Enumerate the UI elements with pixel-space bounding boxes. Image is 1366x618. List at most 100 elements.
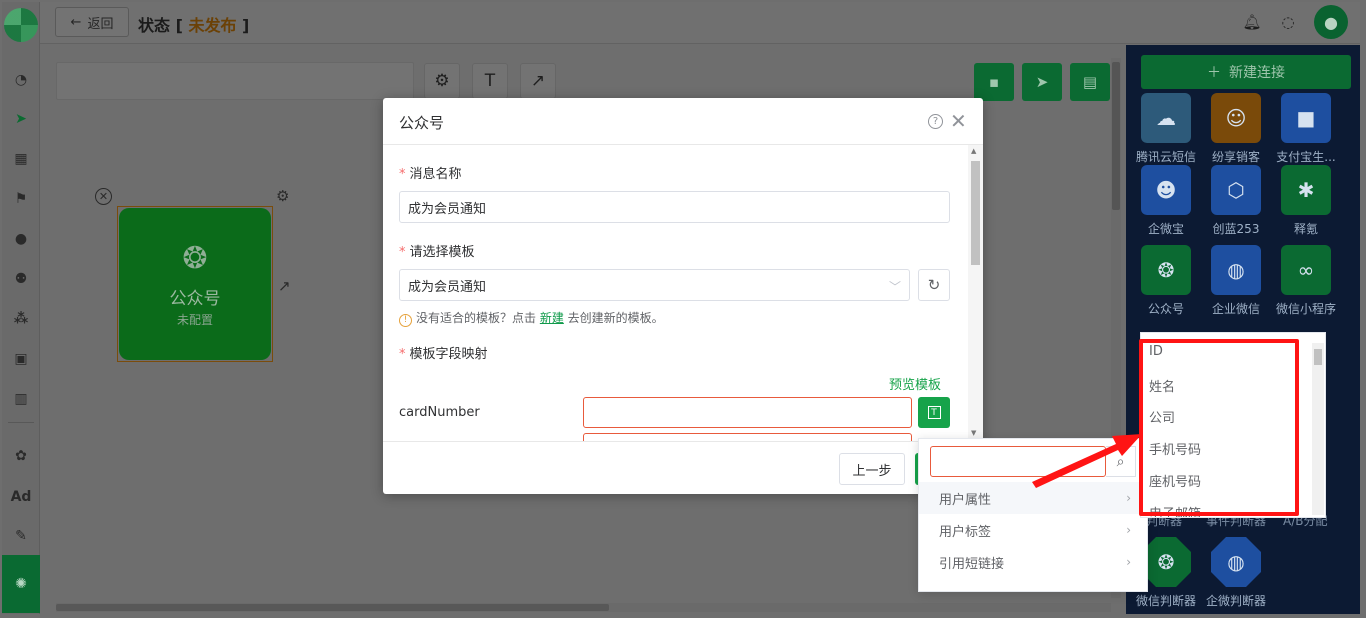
submenu-scrollbar[interactable] (1312, 343, 1324, 515)
palette-item[interactable]: ☻ 企微宝 (1131, 165, 1201, 237)
dialog-footer: 上一步 (383, 441, 983, 494)
cascader-submenu: ID 姓名 公司 手机号码 座机号码 电子邮箱 (1140, 332, 1326, 518)
submenu-item[interactable]: 公司 (1149, 407, 1175, 426)
user-icon[interactable]: ● (2, 227, 40, 251)
ghost-icon: ☻ (1141, 165, 1191, 215)
app-logo (4, 8, 38, 42)
close-icon[interactable]: ✕ (950, 109, 967, 133)
page-title: 状态 [ 未发布 ] (138, 16, 250, 35)
ad-icon[interactable]: Ad (2, 485, 40, 509)
wrench-icon[interactable]: ✎ (2, 524, 40, 548)
wechat-icon[interactable]: ✿ (2, 444, 40, 468)
left-nav-rail: ◔ ➤ ▦ ⚑ ● ⚉ ⁂ ▣ ▥ ✿ Ad ✎ ✺ (2, 2, 40, 614)
connector-icon[interactable]: ↗ (278, 277, 291, 295)
send-icon[interactable]: ➤ (2, 107, 40, 131)
back-button-label: 返回 (87, 16, 114, 32)
palette-item[interactable]: ◍ 企微判断器 (1201, 537, 1271, 609)
back-button[interactable]: ← 返回 (55, 7, 129, 37)
bar-chart-icon[interactable]: ▥ (2, 387, 40, 411)
arrow-left-icon: ← (70, 14, 82, 30)
node-gear-icon[interactable]: ⚙ (276, 187, 289, 205)
message-icon[interactable]: ◌ (1278, 12, 1298, 32)
canvas-settings-button[interactable]: ⚙ (424, 63, 460, 99)
msg-name-input[interactable]: 成为会员通知 (399, 191, 950, 223)
scroll-down-icon[interactable]: ▼ (971, 429, 976, 437)
arrow-tool-button[interactable]: ↗ (520, 63, 556, 99)
hexagon-icon: ⬡ (1211, 165, 1261, 215)
submenu-item[interactable]: ID (1149, 344, 1163, 359)
save-button[interactable]: ▪ (974, 63, 1014, 101)
template-label: * 请选择模板 (399, 245, 475, 260)
chevron-right-icon: › (1126, 491, 1131, 505)
status-badge: 未发布 (188, 16, 237, 35)
gift-icon[interactable]: ▦ (2, 147, 40, 171)
spider-icon: ✱ (1281, 165, 1331, 215)
text-tool-button[interactable]: T (472, 63, 508, 99)
dialog-title: 公众号 (399, 114, 445, 132)
palette-item[interactable]: ⬡ 创蓝253 (1201, 165, 1271, 237)
warning-icon: ! (399, 314, 412, 327)
help-icon[interactable]: ? (928, 114, 943, 129)
flow-node-wechat-official[interactable]: ❂ 公众号 未配置 (117, 206, 273, 362)
palette-item[interactable]: ∞ 微信小程序 (1271, 245, 1341, 317)
cloud-sms-icon: ☁ (1141, 93, 1191, 143)
alipay-icon: ■ (1281, 93, 1331, 143)
palette-item[interactable]: ■ 支付宝生... (1271, 93, 1341, 165)
cascader-item-shortlink[interactable]: 引用短链接 › (919, 546, 1147, 578)
bell-icon[interactable]: 🔔︎ (1242, 12, 1262, 32)
submenu-item[interactable]: 姓名 (1149, 376, 1175, 395)
group-icon[interactable]: ⁂ (2, 307, 40, 331)
user-avatar-icon: ● (1324, 12, 1338, 32)
scroll-up-icon[interactable]: ▲ (971, 147, 976, 155)
template-select[interactable]: 成为会员通知 ﹀ (399, 269, 910, 301)
canvas-toolbox (56, 62, 414, 100)
gear-icon: ⚙ (434, 71, 450, 91)
wechat-config-dialog: 公众号 ? ✕ * 消息名称 成为会员通知 * 请选择模板 成为会员通知 ﹀ ↻ !… (383, 98, 983, 494)
flag-icon[interactable]: ⚑ (2, 187, 40, 211)
wecom-judge-icon: ◍ (1211, 537, 1261, 587)
cascader-item-user-attr[interactable]: 用户属性 › (919, 482, 1147, 514)
plus-icon: ＋ (1207, 65, 1221, 81)
previous-step-button[interactable]: 上一步 (839, 453, 905, 485)
save-icon: ▪ (988, 73, 1000, 91)
send-icon: ➤ (1035, 73, 1049, 91)
users-icon[interactable]: ⚉ (2, 267, 40, 291)
avatar[interactable]: ● (1314, 5, 1348, 39)
preview-template-link[interactable]: 预览模板 (889, 374, 941, 393)
submenu-item[interactable]: 手机号码 (1149, 439, 1201, 458)
field-value-input[interactable] (583, 397, 912, 428)
mapping-label: * 模板字段映射 (399, 347, 488, 362)
new-connection-button[interactable]: ＋ 新建连接 (1141, 55, 1351, 89)
node-close-icon[interactable]: ✕ (95, 188, 112, 205)
dialog-header: 公众号 ? ✕ (383, 98, 983, 145)
palette-item[interactable]: ☺ 纷享销客 (1201, 93, 1271, 165)
text-icon: T (484, 71, 496, 91)
contact-card-icon[interactable]: ▣ (2, 347, 40, 371)
wecom-icon: ◍ (1211, 245, 1261, 295)
submenu-item[interactable]: 电子邮箱 (1149, 503, 1201, 517)
text-icon: T (927, 406, 941, 419)
publish-button[interactable]: ➤ (1022, 63, 1062, 101)
palette-item[interactable]: ✱ 释氪 (1271, 165, 1341, 237)
dialog-scrollbar[interactable]: ▲ ▼ (968, 145, 983, 441)
wechat-icon: ❂ (182, 240, 208, 276)
robot-icon: ☺ (1211, 93, 1261, 143)
field-value-input-2[interactable] (583, 433, 912, 441)
palette-item[interactable]: ◍ 企业微信 (1201, 245, 1271, 317)
template-tip: ! 没有适合的模板？点击 新建 去创建新的模板。 (399, 309, 664, 327)
palette-item[interactable]: ☁ 腾讯云短信 (1131, 93, 1201, 165)
dashboard-icon[interactable]: ◔ (2, 68, 40, 92)
cascader-search-input[interactable] (930, 446, 1106, 477)
canvas-horizontal-scrollbar[interactable] (56, 603, 1111, 612)
field-key-label: cardNumber (399, 405, 480, 420)
submenu-item[interactable]: 座机号码 (1149, 471, 1201, 490)
search-icon[interactable]: ⌕ (1106, 446, 1136, 477)
new-template-link[interactable]: 新建 (540, 311, 564, 325)
palette-item[interactable]: ❂ 公众号 (1131, 245, 1201, 317)
chevron-right-icon: › (1126, 523, 1131, 537)
layout-button[interactable]: ▤ (1070, 63, 1110, 101)
settings-hub-icon[interactable]: ✺ (2, 555, 40, 613)
cascader-item-user-tag[interactable]: 用户标签 › (919, 514, 1147, 546)
insert-variable-button[interactable]: T (918, 397, 950, 428)
refresh-button[interactable]: ↻ (918, 269, 950, 301)
